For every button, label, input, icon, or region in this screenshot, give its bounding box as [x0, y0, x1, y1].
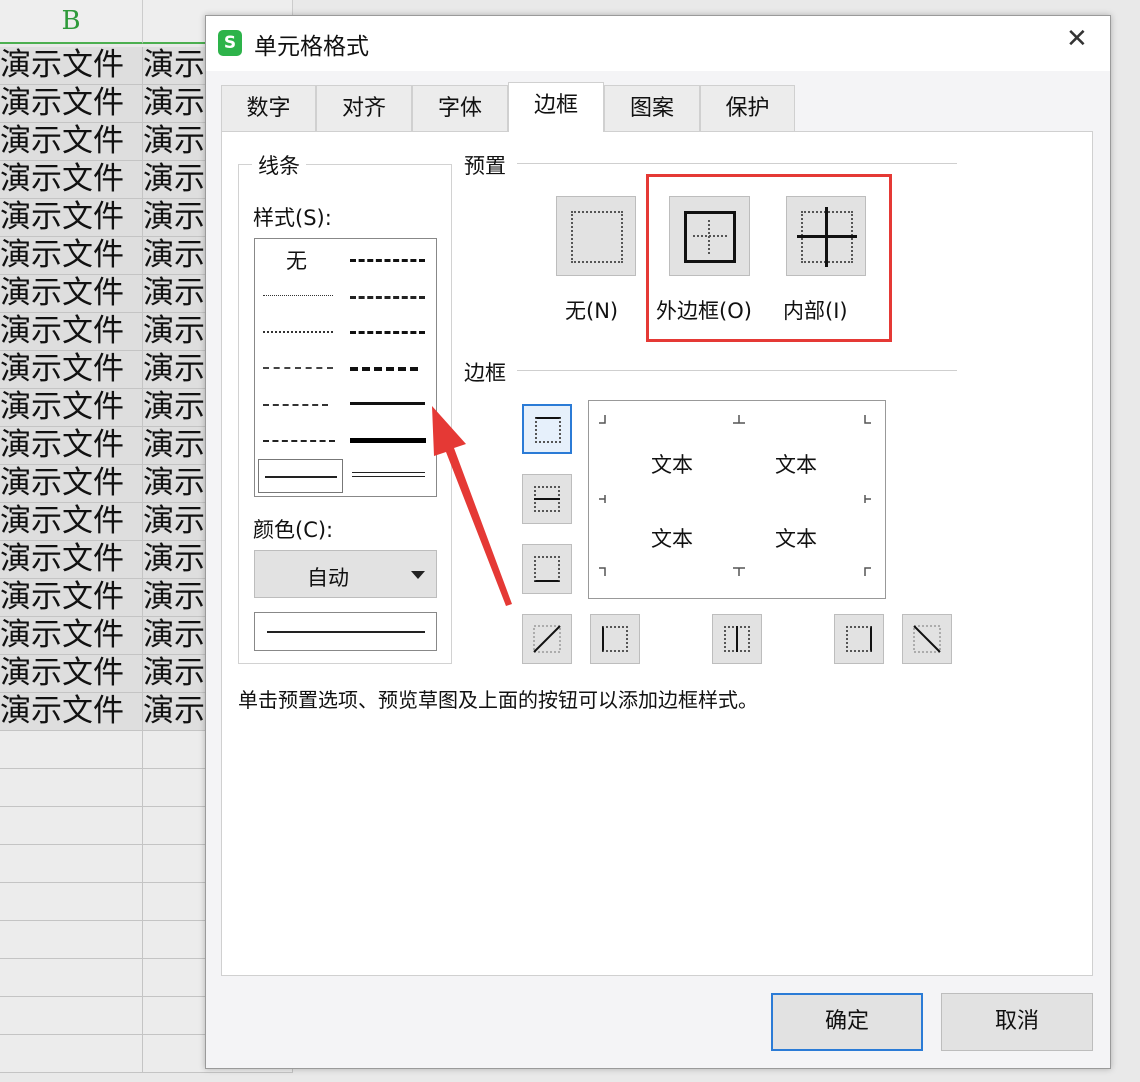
- line-style-slant-dash-dot[interactable]: [350, 296, 425, 299]
- border-preview[interactable]: 文本 文本 文本 文本: [588, 400, 886, 599]
- preset-none-label: 无(N): [565, 295, 618, 325]
- border-vertical-icon: [724, 626, 750, 652]
- cell[interactable]: 演示文件: [0, 351, 143, 389]
- cell[interactable]: 演示文件: [0, 617, 143, 655]
- preset-none-button[interactable]: [556, 196, 636, 276]
- cell[interactable]: 演示文件: [0, 85, 143, 123]
- cell[interactable]: 演示文件: [0, 123, 143, 161]
- preview-text: 文本: [651, 449, 693, 479]
- line-style-medium-dashed[interactable]: [350, 367, 418, 371]
- red-arrow-annotation: [412, 392, 522, 612]
- cell[interactable]: [0, 845, 143, 883]
- line-style-thin-selected[interactable]: [258, 459, 343, 493]
- border-title: 边框: [464, 357, 506, 387]
- color-label: 颜色(C):: [253, 514, 333, 544]
- tab-font[interactable]: 字体: [412, 85, 508, 131]
- diagonal-down-icon: [913, 625, 941, 653]
- border-middle-horizontal-button[interactable]: [522, 474, 572, 524]
- border-tab-panel: 线条 样式(S): 无 颜色(C): 自动 预置 无(N) 外边框(O) 内部(…: [221, 131, 1093, 976]
- close-icon[interactable]: ✕: [1066, 24, 1088, 54]
- color-value: 自动: [307, 562, 349, 592]
- color-dropdown[interactable]: 自动: [254, 550, 437, 598]
- border-top-icon: [535, 417, 561, 443]
- line-style-hair[interactable]: [263, 295, 333, 296]
- border-right-button[interactable]: [834, 614, 884, 664]
- line-group-title: 线条: [252, 150, 306, 180]
- cell[interactable]: 演示文件: [0, 427, 143, 465]
- cell[interactable]: 演示文件: [0, 161, 143, 199]
- ok-button[interactable]: 确定: [771, 993, 923, 1051]
- preview-corner-marks: [589, 401, 885, 598]
- cell[interactable]: [0, 731, 143, 769]
- cell[interactable]: [0, 959, 143, 997]
- cell[interactable]: 演示文件: [0, 503, 143, 541]
- cell[interactable]: [0, 921, 143, 959]
- cell[interactable]: 演示文件: [0, 541, 143, 579]
- tab-number[interactable]: 数字: [221, 85, 316, 131]
- cell[interactable]: 演示文件: [0, 47, 143, 85]
- cell[interactable]: 演示文件: [0, 237, 143, 275]
- border-diagonal-up-button[interactable]: [522, 614, 572, 664]
- cell[interactable]: [0, 883, 143, 921]
- dialog-title: 单元格格式: [254, 27, 369, 61]
- cell[interactable]: 演示文件: [0, 693, 143, 731]
- line-style-none[interactable]: 无: [286, 245, 307, 275]
- cell[interactable]: [0, 807, 143, 845]
- border-top-button[interactable]: [522, 404, 572, 454]
- app-logo-icon: S: [218, 30, 242, 56]
- title-bar: S 单元格格式 ✕: [206, 16, 1110, 71]
- cell[interactable]: [0, 769, 143, 807]
- border-left-button[interactable]: [590, 614, 640, 664]
- highlight-box: [646, 174, 892, 342]
- cell[interactable]: 演示文件: [0, 313, 143, 351]
- column-header-b[interactable]: B: [0, 0, 143, 44]
- cell[interactable]: 演示文件: [0, 389, 143, 427]
- tab-alignment[interactable]: 对齐: [316, 85, 412, 131]
- cell[interactable]: [0, 997, 143, 1035]
- cell[interactable]: 演示文件: [0, 465, 143, 503]
- line-preview: [254, 612, 437, 651]
- cell-format-dialog: S 单元格格式 ✕ 数字 对齐 字体 边框 图案 保护 线条 样式(S): 无 …: [205, 15, 1111, 1069]
- cell[interactable]: 演示文件: [0, 275, 143, 313]
- tab-border[interactable]: 边框: [508, 82, 604, 132]
- tab-protection[interactable]: 保护: [700, 85, 795, 131]
- preset-title: 预置: [464, 150, 506, 180]
- line-style-medium-dash-dot[interactable]: [350, 331, 425, 334]
- cancel-button[interactable]: 取消: [941, 993, 1093, 1051]
- border-diagonal-down-button[interactable]: [902, 614, 952, 664]
- grid-none-icon: [571, 211, 623, 263]
- cell[interactable]: 演示文件: [0, 579, 143, 617]
- border-bottom-icon: [534, 556, 560, 582]
- line-style-dashed[interactable]: [263, 440, 335, 442]
- tab-pattern[interactable]: 图案: [604, 85, 700, 131]
- line-style-dash-dot-dot[interactable]: [263, 367, 333, 369]
- preview-text: 文本: [651, 523, 693, 553]
- cell[interactable]: [0, 1035, 143, 1073]
- style-label: 样式(S):: [253, 202, 332, 232]
- line-style-dotted[interactable]: [263, 331, 333, 333]
- border-right-icon: [846, 626, 872, 652]
- line-style-medium-dash-dot-dot[interactable]: [350, 259, 425, 262]
- preview-text: 文本: [775, 449, 817, 479]
- line-style-list[interactable]: 无: [254, 238, 437, 497]
- diagonal-up-icon: [533, 625, 561, 653]
- hint-text: 单击预置选项、预览草图及上面的按钮可以添加边框样式。: [238, 684, 758, 713]
- cell[interactable]: 演示文件: [0, 655, 143, 693]
- preview-text: 文本: [775, 523, 817, 553]
- cell[interactable]: 演示文件: [0, 199, 143, 237]
- line-style-dash-dot[interactable]: [263, 404, 328, 406]
- border-middle-vertical-button[interactable]: [712, 614, 762, 664]
- border-horizontal-icon: [534, 486, 560, 512]
- border-left-icon: [602, 626, 628, 652]
- border-bottom-button[interactable]: [522, 544, 572, 594]
